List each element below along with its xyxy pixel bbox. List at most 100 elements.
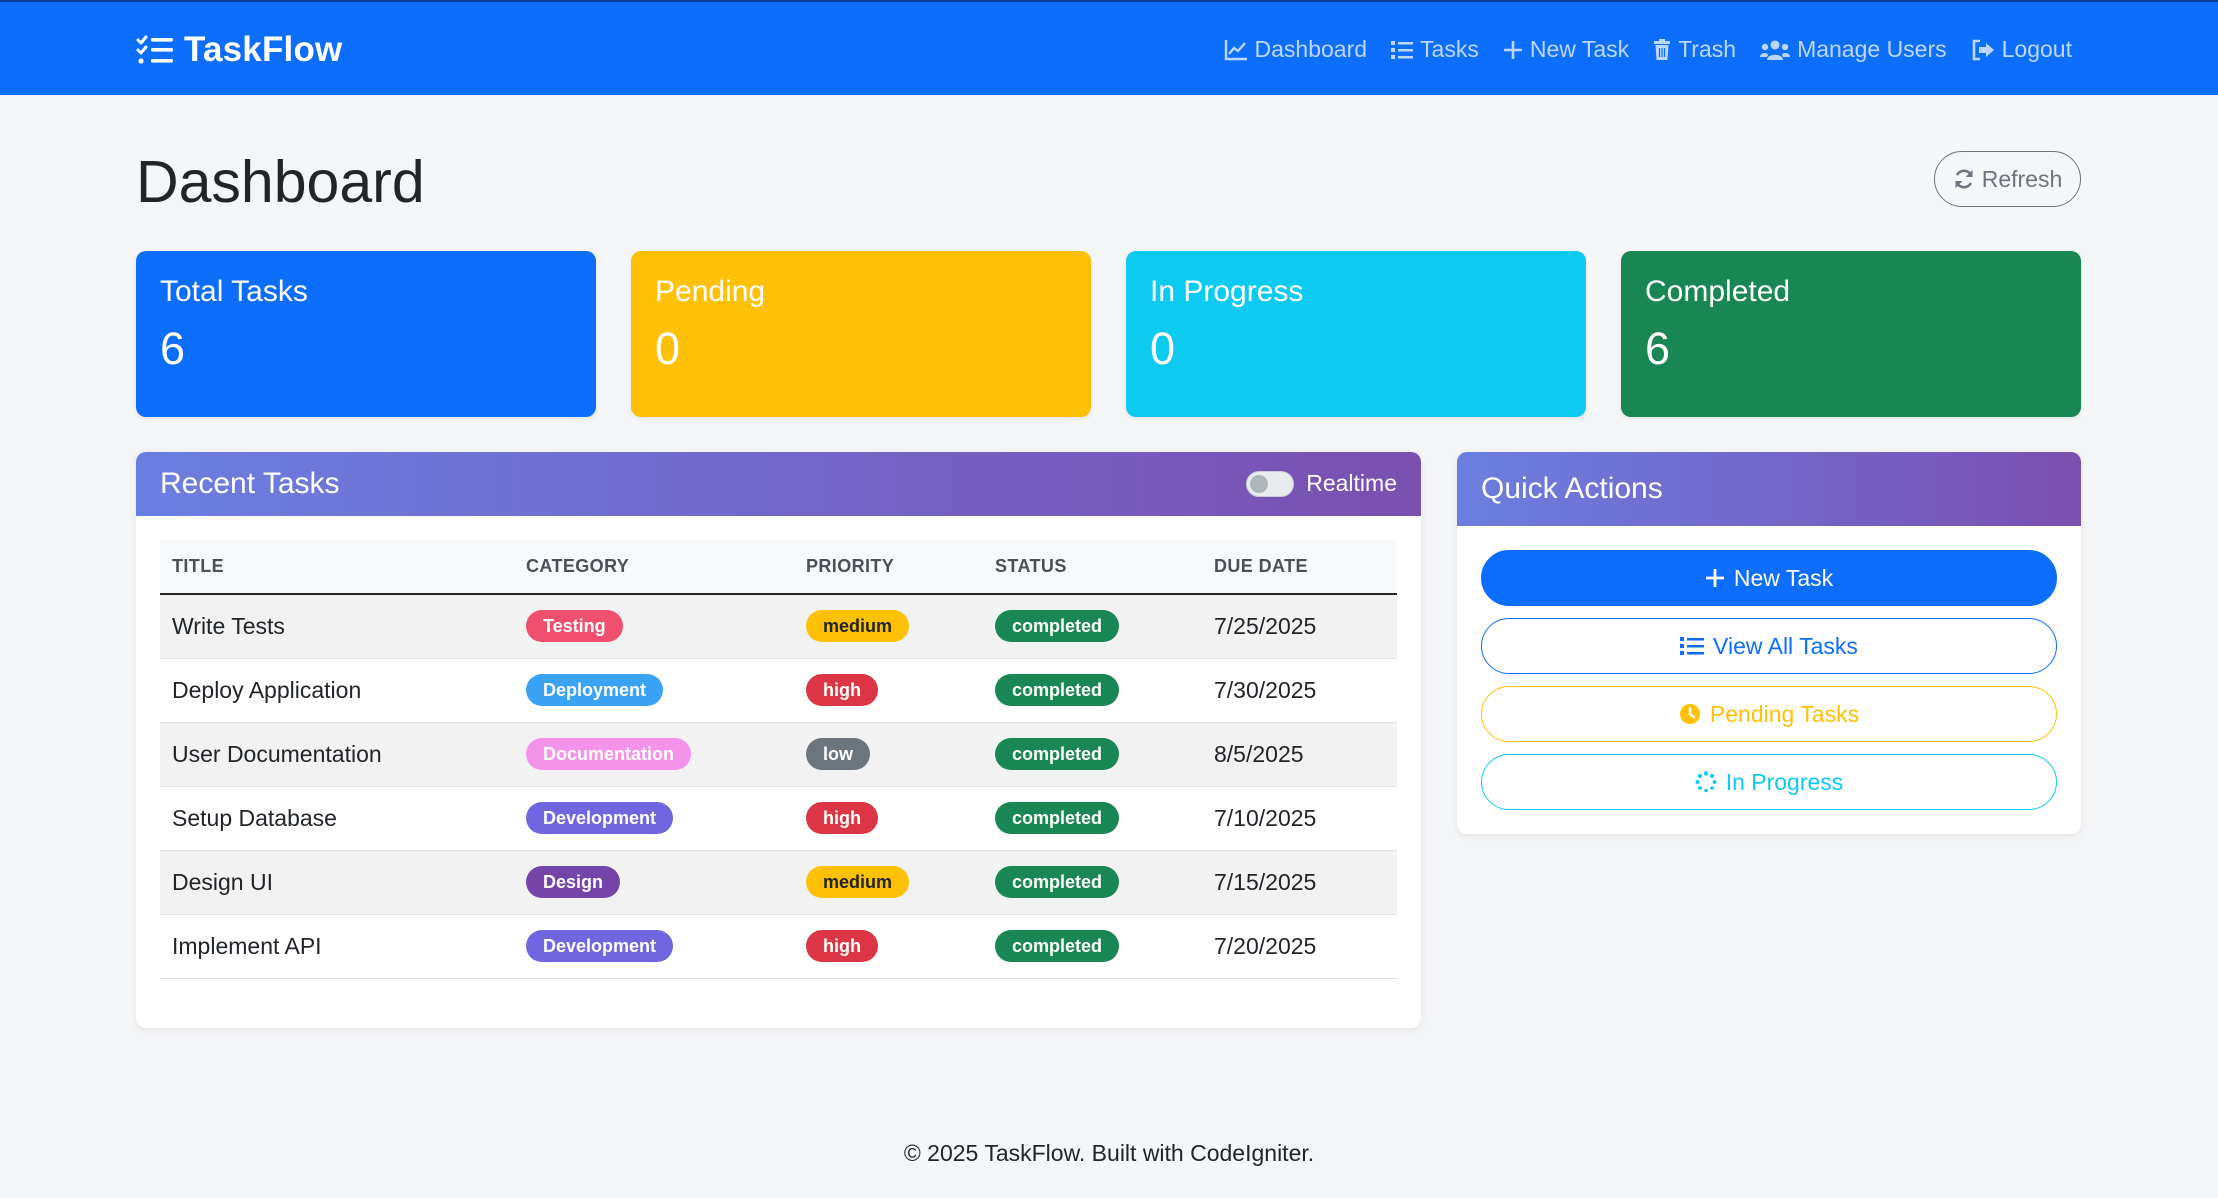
nav-links: Dashboard Tasks New Task Trash Manage Us… (1224, 36, 2072, 63)
task-category-cell: Testing (514, 594, 794, 659)
table-row[interactable]: Design UI Design medium completed 7/15/2025 (160, 850, 1397, 915)
stat-pending-label: Pending (655, 275, 766, 308)
realtime-label: Realtime (1306, 470, 1397, 496)
trash-icon (1653, 38, 1671, 61)
recent-tasks-table: TITLE CATEGORY PRIORITY STATUS DUE DATE … (160, 540, 1397, 979)
table-row[interactable]: Deploy Application Deployment high complete… (160, 658, 1397, 723)
nav-dashboard[interactable]: Dashboard (1224, 36, 1368, 63)
priority-badge: high (806, 802, 878, 834)
nav-manage-users-label: Manage Users (1797, 36, 1947, 62)
quick-actions-panel: Quick Actions New Task View All Tasks Pe… (1457, 452, 2081, 834)
nav-trash[interactable]: Trash (1653, 36, 1736, 63)
stat-total-label: Total Tasks (160, 275, 308, 308)
stat-card-total: Total Tasks 6 (136, 251, 596, 417)
page-title: Dashboard (136, 149, 425, 215)
stat-pending-value: 0 (655, 323, 681, 374)
category-badge: Development (526, 930, 674, 962)
nav-trash-label: Trash (1678, 36, 1737, 62)
nav-manage-users[interactable]: Manage Users (1760, 36, 1947, 63)
plus-icon (1705, 568, 1725, 588)
nav-logout[interactable]: Logout (1971, 36, 2072, 63)
column-header-priority: PRIORITY (794, 540, 983, 595)
nav-tasks-label: Tasks (1420, 36, 1479, 62)
task-due-date: 7/25/2025 (1202, 594, 1397, 659)
status-badge: completed (995, 802, 1120, 834)
status-badge: completed (995, 738, 1120, 770)
quick-in-progress-label: In Progress (1725, 768, 1844, 795)
table-row[interactable]: Setup Database Development high completed 7/… (160, 786, 1397, 851)
task-title: Implement API (160, 914, 514, 979)
nav-new-task[interactable]: New Task (1503, 36, 1629, 63)
nav-dashboard-label: Dashboard (1254, 36, 1368, 62)
priority-badge: high (806, 930, 878, 962)
priority-badge: medium (806, 866, 910, 898)
category-badge: Testing (526, 610, 623, 643)
stat-completed-label: Completed (1645, 275, 1791, 308)
column-header-status: STATUS (983, 540, 1202, 595)
status-badge: completed (995, 866, 1120, 898)
realtime-toggle[interactable] (1246, 470, 1295, 497)
stat-card-pending: Pending 0 (631, 251, 1091, 417)
quick-actions-title: Quick Actions (1481, 472, 1663, 505)
task-title: Setup Database (160, 786, 514, 851)
status-badge: completed (995, 610, 1120, 643)
list-icon (1391, 40, 1414, 60)
refresh-icon (1953, 168, 1975, 190)
task-status-cell: completed (983, 786, 1202, 851)
priority-badge: medium (806, 610, 910, 643)
priority-badge: high (806, 674, 878, 706)
task-title: Deploy Application (160, 658, 514, 723)
stat-in-progress-label: In Progress (1150, 275, 1304, 308)
clock-icon (1679, 703, 1701, 725)
recent-tasks-header: Recent Tasks Realtime (136, 452, 1421, 516)
task-title: Write Tests (160, 594, 514, 659)
task-status-cell: completed (983, 594, 1202, 659)
list-icon (1680, 636, 1705, 656)
task-category-cell: Documentation (514, 722, 794, 787)
top-navbar: TaskFlow Dashboard Tasks New Task Trash (0, 0, 2218, 95)
category-badge: Deployment (526, 674, 664, 706)
brand[interactable]: TaskFlow (136, 30, 343, 70)
quick-new-task-button[interactable]: New Task (1481, 550, 2057, 606)
plus-icon (1503, 40, 1523, 60)
quick-in-progress-button[interactable]: In Progress (1481, 754, 2057, 810)
task-priority-cell: low (794, 722, 983, 787)
task-status-cell: completed (983, 658, 1202, 723)
task-due-date: 7/20/2025 (1202, 914, 1397, 979)
users-icon (1760, 39, 1791, 61)
table-row[interactable]: User Documentation Documentation low comple… (160, 722, 1397, 787)
priority-badge: low (806, 738, 870, 770)
toggle-knob (1250, 474, 1269, 493)
nav-tasks[interactable]: Tasks (1391, 36, 1479, 63)
footer-text: © 2025 TaskFlow. Built with CodeIgniter. (903, 1140, 1315, 1166)
column-header-title: TITLE (160, 540, 514, 595)
task-category-cell: Deployment (514, 658, 794, 723)
checklist-icon (136, 35, 174, 65)
task-category-cell: Development (514, 786, 794, 851)
table-row[interactable]: Write Tests Testing medium completed 7/25/20… (160, 594, 1397, 659)
column-header-due-date: DUE DATE (1202, 540, 1397, 595)
chart-line-icon (1224, 39, 1248, 61)
task-status-cell: completed (983, 914, 1202, 979)
stat-card-completed: Completed 6 (1621, 251, 2081, 417)
task-due-date: 8/5/2025 (1202, 722, 1397, 787)
refresh-button[interactable]: Refresh (1934, 151, 2081, 207)
task-priority-cell: high (794, 786, 983, 851)
stat-completed-value: 6 (1645, 323, 1671, 374)
task-title: Design UI (160, 850, 514, 915)
recent-tasks-title: Recent Tasks (160, 467, 340, 500)
category-badge: Development (526, 802, 674, 834)
quick-actions-header: Quick Actions (1457, 452, 2081, 526)
task-due-date: 7/15/2025 (1202, 850, 1397, 915)
nav-logout-label: Logout (2001, 36, 2072, 62)
quick-actions-list: New Task View All Tasks Pending Tasks In… (1481, 550, 2057, 822)
task-due-date: 7/30/2025 (1202, 658, 1397, 723)
recent-tasks-panel: Recent Tasks Realtime TITLE CATEGORY PRI… (136, 452, 1421, 1028)
table-row[interactable]: Implement API Development high completed 7/2… (160, 914, 1397, 979)
quick-view-all-tasks-button[interactable]: View All Tasks (1481, 618, 2057, 674)
logout-icon (1971, 39, 1995, 61)
refresh-label: Refresh (1981, 165, 2063, 192)
recent-tasks-table-wrap: TITLE CATEGORY PRIORITY STATUS DUE DATE … (160, 540, 1397, 979)
quick-pending-tasks-button[interactable]: Pending Tasks (1481, 686, 2057, 742)
realtime-switch: Realtime (1246, 470, 1397, 497)
